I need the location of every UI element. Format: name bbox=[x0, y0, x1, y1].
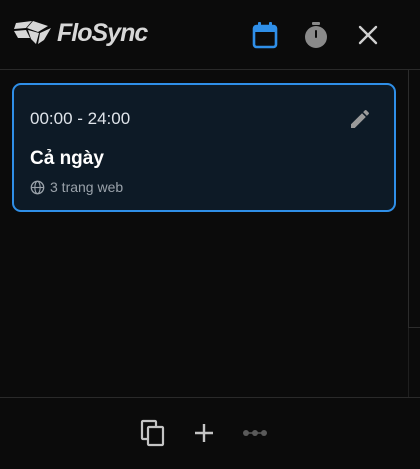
brand-name: FloSync bbox=[57, 19, 148, 47]
timer-icon bbox=[305, 22, 327, 48]
close-button[interactable] bbox=[353, 20, 383, 50]
flosync-logo-icon bbox=[14, 21, 51, 44]
schedule-time-range: 00:00 - 24:00 bbox=[30, 109, 131, 128]
copy-icon bbox=[140, 419, 165, 447]
add-button[interactable] bbox=[189, 418, 219, 448]
close-icon bbox=[358, 25, 378, 45]
scrollbar-thumb[interactable] bbox=[408, 70, 420, 328]
more-button[interactable] bbox=[240, 418, 270, 448]
sites-count-label: 3 trang web bbox=[50, 179, 124, 195]
app-window: FloSync 00:00 - 24:00 Cả ngày 3 trang we… bbox=[0, 0, 420, 469]
calendar-icon bbox=[252, 22, 278, 49]
edit-schedule-button[interactable] bbox=[348, 107, 372, 131]
copy-button[interactable] bbox=[138, 418, 168, 448]
timer-button[interactable] bbox=[301, 20, 331, 50]
header-bar: FloSync bbox=[0, 0, 420, 70]
pencil-icon bbox=[351, 109, 370, 128]
brand-logo: FloSync bbox=[14, 18, 148, 48]
footer-toolbar bbox=[0, 397, 420, 469]
more-dots-icon bbox=[243, 430, 267, 436]
schedule-sites: 3 trang web bbox=[30, 179, 123, 195]
plus-icon bbox=[195, 424, 213, 442]
schedule-title: Cả ngày bbox=[30, 148, 104, 169]
calendar-button[interactable] bbox=[250, 20, 280, 50]
schedule-card[interactable]: 00:00 - 24:00 Cả ngày 3 trang web bbox=[12, 83, 396, 212]
globe-icon bbox=[30, 180, 45, 194]
